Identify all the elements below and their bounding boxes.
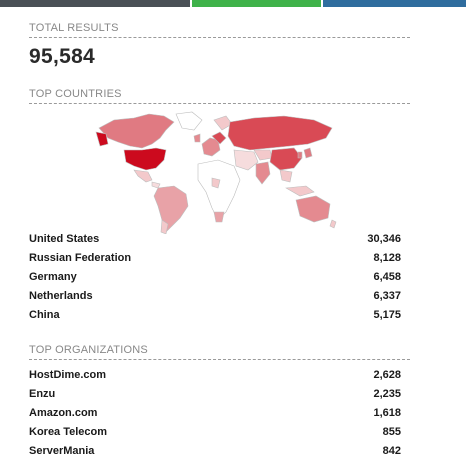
map-japan <box>303 147 313 159</box>
country-count: 6,337 <box>373 290 401 302</box>
country-row[interactable]: Germany 6,458 <box>29 271 401 287</box>
organization-count: 2,628 <box>373 369 401 381</box>
map-indonesia <box>285 185 315 197</box>
country-name[interactable]: Russian Federation <box>29 252 131 264</box>
country-row[interactable]: United States 30,346 <box>29 233 401 249</box>
country-row[interactable]: Netherlands 6,337 <box>29 290 401 306</box>
map-russia <box>227 115 333 151</box>
organization-row[interactable]: Korea Telecom 855 <box>29 426 401 442</box>
organization-row[interactable]: HostDime.com 2,628 <box>29 369 401 385</box>
map-australia <box>295 195 331 223</box>
organization-count: 842 <box>382 445 401 457</box>
organization-row[interactable]: ServerMania 842 <box>29 445 401 461</box>
organization-count: 1,618 <box>373 407 401 419</box>
organization-name[interactable]: Enzu <box>29 388 55 400</box>
map-southeast-asia <box>279 169 293 183</box>
organization-name[interactable]: Amazon.com <box>29 407 97 419</box>
country-count: 6,458 <box>373 271 401 283</box>
organization-row[interactable]: Enzu 2,235 <box>29 388 401 404</box>
map-alaska <box>95 131 109 147</box>
map-usa <box>123 147 167 171</box>
organization-count: 855 <box>382 426 401 438</box>
country-row[interactable]: China 5,175 <box>29 309 401 325</box>
topbar-segment-green <box>192 0 321 7</box>
map-uk <box>193 133 201 143</box>
country-count: 8,128 <box>373 252 401 264</box>
organization-count: 2,235 <box>373 388 401 400</box>
country-name[interactable]: China <box>29 309 60 321</box>
map-china <box>269 147 303 171</box>
top-countries-title: TOP COUNTRIES <box>29 88 410 104</box>
map-greenland <box>175 111 203 131</box>
country-name[interactable]: Germany <box>29 271 77 283</box>
map-africa <box>197 159 241 221</box>
map-brazil <box>153 185 189 233</box>
map-mexico <box>133 169 153 183</box>
map-new-zealand <box>329 219 337 229</box>
organization-name[interactable]: ServerMania <box>29 445 94 457</box>
organization-row[interactable]: Amazon.com 1,618 <box>29 407 401 423</box>
map-central-america <box>151 181 161 189</box>
total-results-value: 95,584 <box>29 45 96 68</box>
country-count: 5,175 <box>373 309 401 321</box>
country-name[interactable]: United States <box>29 233 99 245</box>
world-map <box>95 111 337 234</box>
country-count: 30,346 <box>367 233 401 245</box>
map-india <box>255 161 271 185</box>
top-organizations-title: TOP ORGANIZATIONS <box>29 344 410 360</box>
top-color-bar <box>0 0 466 7</box>
organization-name[interactable]: Korea Telecom <box>29 426 107 438</box>
map-canada <box>98 113 175 149</box>
country-name[interactable]: Netherlands <box>29 290 93 302</box>
total-results-title: TOTAL RESULTS <box>29 22 410 38</box>
map-middle-east <box>233 149 259 171</box>
map-korea <box>297 151 303 159</box>
topbar-segment-dark <box>0 0 190 7</box>
country-row[interactable]: Russian Federation 8,128 <box>29 252 401 268</box>
organization-name[interactable]: HostDime.com <box>29 369 106 381</box>
map-south-africa <box>213 211 225 223</box>
topbar-segment-blue <box>323 0 466 7</box>
